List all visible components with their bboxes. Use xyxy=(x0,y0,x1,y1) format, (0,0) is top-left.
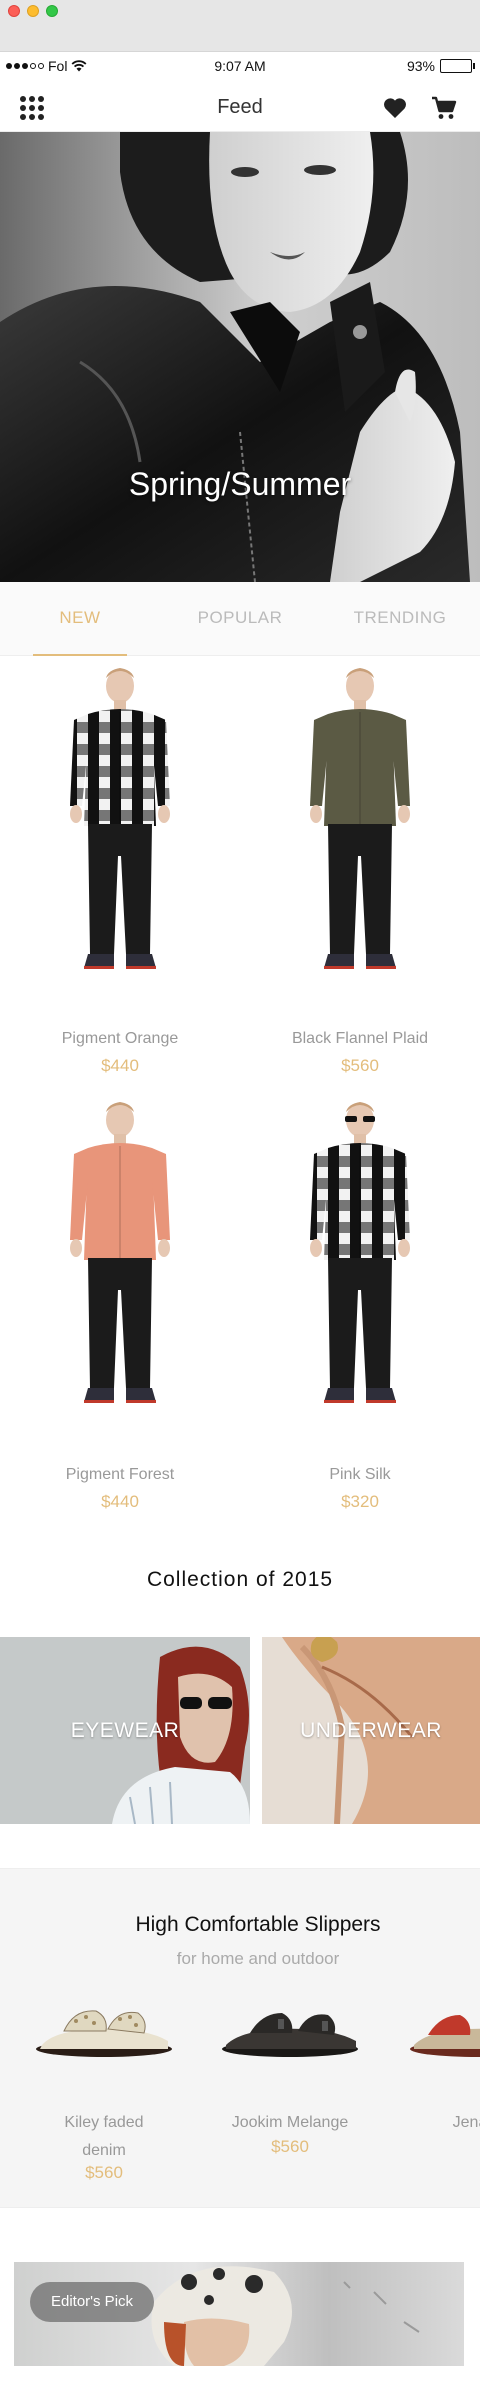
slippers-section: High Comfortable Slippers for home and o… xyxy=(0,1868,480,2208)
editors-pick-banner[interactable]: Editor's Pick xyxy=(14,2262,464,2366)
page-title: Feed xyxy=(217,96,263,118)
product-image xyxy=(240,656,480,1036)
slippers-subtitle: for home and outdoor xyxy=(176,1949,340,1968)
product-card[interactable]: Pink Silk $320 xyxy=(240,1090,480,1525)
product-image xyxy=(0,1090,240,1470)
tab-trending[interactable]: TRENDING xyxy=(320,608,480,628)
hero-title: Spring/Summer xyxy=(128,466,352,502)
slipper-name: Jookim Melange xyxy=(231,2114,349,2131)
status-bar: Fol 9:07 AM 93% xyxy=(0,52,480,80)
collection-underwear[interactable]: UNDERWEAR xyxy=(262,1637,480,1824)
collection-label: UNDERWEAR xyxy=(300,1719,442,1742)
slipper-image xyxy=(222,2013,358,2057)
product-price: $440 xyxy=(101,1492,139,1511)
battery-percent: 93% xyxy=(406,58,435,74)
cart-icon[interactable] xyxy=(430,94,458,122)
heart-icon[interactable] xyxy=(382,96,408,120)
navigation-bar: Feed xyxy=(0,80,480,132)
product-name: Pigment Orange xyxy=(61,1030,179,1047)
product-image xyxy=(240,1090,480,1470)
product-name: Pink Silk xyxy=(329,1466,391,1483)
slipper-price: $560 xyxy=(271,2137,309,2156)
slipper-price: $560 xyxy=(85,2163,123,2182)
slipper-name: Jena xyxy=(452,2114,480,2131)
minimize-window-button[interactable] xyxy=(27,5,39,17)
collection-label: EYEWEAR xyxy=(70,1719,180,1742)
slipper-price: $ xyxy=(410,2137,480,2157)
hero-banner[interactable]: Spring/Summer xyxy=(0,132,480,582)
slipper-image xyxy=(36,2010,172,2057)
maximize-window-button[interactable] xyxy=(46,5,58,17)
slipper-name: Kiley faded denim xyxy=(64,2114,144,2159)
product-card[interactable]: Black Flannel Plaid $560 xyxy=(240,656,480,1091)
hero-photo xyxy=(0,132,470,582)
slipper-image xyxy=(410,2015,480,2057)
product-price: $440 xyxy=(101,1056,139,1075)
tab-popular[interactable]: POPULAR xyxy=(160,608,320,628)
product-price: $560 xyxy=(341,1056,379,1075)
close-window-button[interactable] xyxy=(8,5,20,17)
collection-title: Collection of 2015 xyxy=(146,1568,334,1591)
feed-tabs: NEW POPULAR TRENDING xyxy=(0,582,480,656)
product-image xyxy=(0,656,240,1036)
collection-eyewear[interactable]: EYEWEAR xyxy=(0,1637,250,1824)
product-price: $320 xyxy=(341,1492,379,1511)
battery-icon xyxy=(440,59,475,73)
product-card[interactable]: Pigment Forest $440 xyxy=(0,1090,240,1525)
product-name: Black Flannel Plaid xyxy=(291,1030,429,1047)
window-title-bar xyxy=(0,0,480,52)
product-name: Pigment Forest xyxy=(65,1466,175,1483)
editors-pick-badge[interactable]: Editor's Pick xyxy=(30,2282,154,2322)
product-card[interactable]: Pigment Orange $440 xyxy=(0,656,240,1091)
slippers-title: High Comfortable Slippers xyxy=(135,1913,381,1936)
tab-new[interactable]: NEW xyxy=(0,608,160,628)
